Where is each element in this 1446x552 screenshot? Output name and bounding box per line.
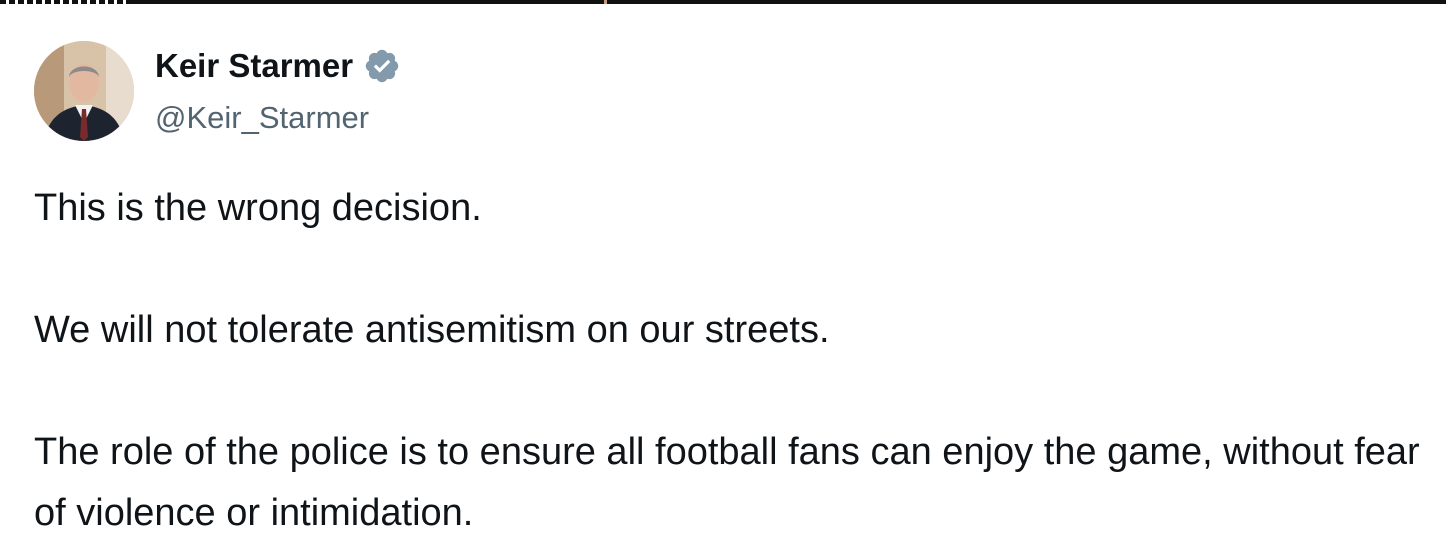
tweet-text: This is the wrong decision. We will not … — [34, 178, 1424, 544]
tweet-paragraph-1: This is the wrong decision. — [34, 187, 482, 229]
tweet-paragraph-3: The role of the police is to ensure all … — [34, 431, 1420, 534]
verified-badge-icon — [363, 47, 401, 85]
tweet-card: Keir Starmer @Keir_Starmer This is the w… — [0, 4, 1446, 552]
avatar-image — [34, 41, 134, 141]
author-name-row: Keir Starmer — [155, 44, 401, 88]
author-handle[interactable]: @Keir_Starmer — [155, 98, 369, 138]
tweet-paragraph-2: We will not tolerate antisemitism on our… — [34, 309, 830, 351]
avatar[interactable] — [34, 41, 134, 141]
author-display-name[interactable]: Keir Starmer — [155, 44, 353, 88]
